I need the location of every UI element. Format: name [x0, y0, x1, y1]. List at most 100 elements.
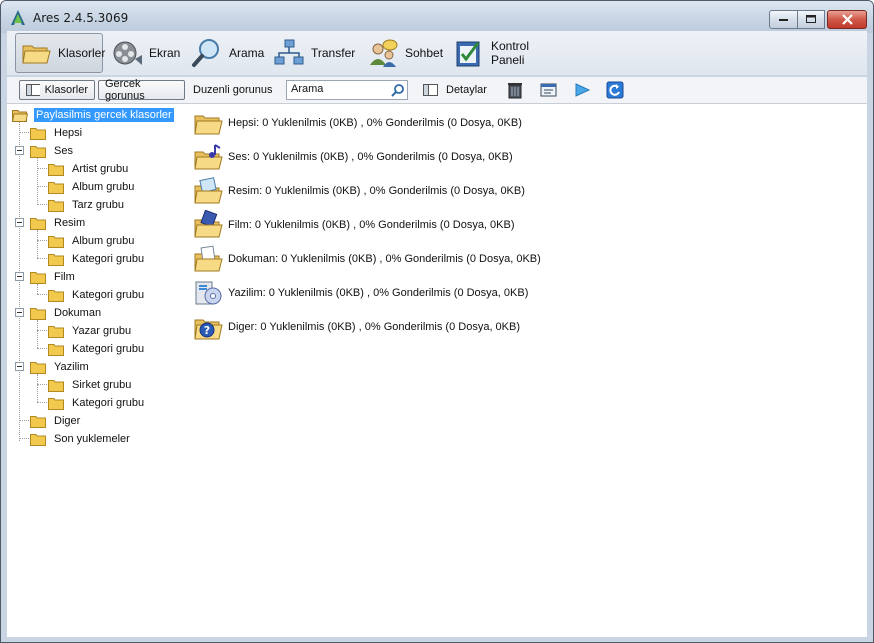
list-item-text: Ses: 0 Yuklenilmis (0KB) , 0% Gonderilmi…	[228, 151, 513, 163]
folder-icon	[48, 253, 64, 266]
tree-item-diger[interactable]: Diger	[30, 412, 82, 430]
collapse-film-icon[interactable]	[15, 272, 24, 281]
folder-icon	[30, 361, 46, 374]
list-item-text: Yazilim: 0 Yuklenilmis (0KB) , 0% Gonder…	[228, 287, 529, 299]
tree-item-tarz-grubu[interactable]: Tarz grubu	[48, 196, 126, 214]
sub-toolbar: Klasorler Gercek gorunus Duzenli gorunus…	[7, 77, 867, 104]
folder-all-icon	[194, 115, 223, 135]
folder-document-icon	[194, 245, 223, 272]
trash-icon[interactable]	[506, 81, 524, 99]
refresh-icon[interactable]	[606, 81, 624, 99]
film-reel-icon	[113, 41, 142, 65]
tree-item-ses[interactable]: Ses	[30, 142, 75, 160]
folder-icon	[30, 145, 46, 158]
list-item-text: Dokuman: 0 Yuklenilmis (0KB) , 0% Gonder…	[228, 253, 541, 265]
tree-item-kategori-grubu[interactable]: Kategori grubu	[48, 250, 146, 268]
folder-open-icon	[12, 109, 28, 122]
search-input[interactable]: Arama	[286, 80, 408, 100]
details-pane-icon	[423, 83, 438, 96]
folder-icon	[48, 325, 64, 338]
folder-icon	[30, 307, 46, 320]
tree-item-artist-grubu[interactable]: Artist grubu	[48, 160, 130, 178]
tree-item-kategori-grubu[interactable]: Kategori grubu	[48, 286, 146, 304]
tab-klasorler-label: Klasorler	[58, 46, 106, 60]
title-bar[interactable]: Ares 2.4.5.3069	[1, 1, 873, 33]
list-item[interactable]: ? Diger: 0 Yuklenilmis (0KB) , 0% Gonder…	[193, 310, 520, 344]
ares-logo-icon	[11, 10, 25, 25]
tree-item-son-yuklemeler[interactable]: Son yuklemeler	[30, 430, 132, 448]
tree-item-hepsi[interactable]: Hepsi	[30, 124, 84, 142]
collapse-ses-icon[interactable]	[15, 146, 24, 155]
real-view-button[interactable]: Gercek gorunus	[98, 78, 185, 102]
tree-item-label: Album grubu	[72, 181, 135, 193]
tree-item-yazar-grubu[interactable]: Yazar grubu	[48, 322, 133, 340]
tree-item-label: Yazar grubu	[72, 325, 132, 337]
tree-item-film[interactable]: Film	[30, 268, 77, 286]
folder-icon	[30, 217, 46, 230]
list-item[interactable]: Ses: 0 Yuklenilmis (0KB) , 0% Gonderilmi…	[193, 140, 513, 174]
edit-window-icon[interactable]	[540, 81, 558, 99]
tree-item-kategori-grubu[interactable]: Kategori grubu	[48, 340, 146, 358]
minimize-button[interactable]	[769, 10, 798, 29]
tree-item-kategori-grubu[interactable]: Kategori grubu	[48, 394, 146, 412]
tab-ekran[interactable]: Ekran	[107, 33, 181, 73]
collapse-yazilim-icon[interactable]	[15, 362, 24, 371]
tree-item-label: Kategori grubu	[72, 253, 145, 265]
tree-item-album-grubu[interactable]: Album grubu	[48, 178, 136, 196]
close-icon	[841, 14, 853, 25]
tree-item-album-grubu[interactable]: Album grubu	[48, 232, 136, 250]
tree-item-label: Kategori grubu	[72, 289, 145, 301]
list-item-text: Diger: 0 Yuklenilmis (0KB) , 0% Gonderil…	[228, 321, 521, 333]
folder-audio-icon	[194, 144, 223, 170]
tree-item-label: Kategori grubu	[72, 397, 145, 409]
tab-arama-label: Arama	[229, 46, 265, 60]
tab-transfer-label: Transfer	[311, 46, 356, 60]
tab-kontrol-paneli-label: Kontrol Paneli	[491, 39, 530, 67]
list-item-text: Hepsi: 0 Yuklenilmis (0KB) , 0% Gonderil…	[228, 117, 522, 129]
tab-transfer[interactable]: Transfer	[269, 33, 355, 73]
tree-item-label: Resim	[54, 217, 86, 229]
tab-sohbet-label: Sohbet	[405, 46, 444, 60]
collapse-dokuman-icon[interactable]	[15, 308, 24, 317]
list-item[interactable]: Resim: 0 Yuklenilmis (0KB) , 0% Gonderil…	[193, 174, 525, 208]
window-title: Ares 2.4.5.3069	[33, 11, 129, 25]
list-item-text: Resim: 0 Yuklenilmis (0KB) , 0% Gonderil…	[228, 185, 525, 197]
tree-item-label: Dokuman	[54, 307, 102, 319]
maximize-button[interactable]	[798, 10, 825, 29]
main-panel: Paylasilmis gercek klasorler Hepsi Ses A…	[7, 104, 867, 637]
control-panel-icon	[456, 41, 480, 67]
main-toolbar: Klasorler Ekran Arama Transfer Sohbet Ko…	[7, 31, 867, 75]
tree-item-label: Ses	[54, 145, 73, 157]
tree-item-label: Son yuklemeler	[54, 433, 130, 445]
tab-arama[interactable]: Arama	[187, 33, 265, 73]
network-transfer-icon	[274, 39, 304, 65]
tree-item-sirket-grubu[interactable]: Sirket grubu	[48, 376, 133, 394]
tree-item-dokuman[interactable]: Dokuman	[30, 304, 103, 322]
tree-item-resim[interactable]: Resim	[30, 214, 87, 232]
list-item[interactable]: Yazilim: 0 Yuklenilmis (0KB) , 0% Gonder…	[193, 276, 528, 310]
tree-item-label: Film	[54, 271, 75, 283]
list-item[interactable]: Dokuman: 0 Yuklenilmis (0KB) , 0% Gonder…	[193, 242, 541, 276]
tab-klasorler[interactable]: Klasorler	[15, 33, 106, 73]
folder-icon	[48, 343, 64, 356]
tree-item-label: Kategori grubu	[72, 343, 145, 355]
close-button[interactable]	[827, 10, 867, 29]
play-icon[interactable]	[573, 81, 591, 99]
tab-kontrol-paneli[interactable]: Kontrol Paneli	[449, 33, 565, 73]
folder-icon	[30, 433, 46, 446]
tree-item-yazilim[interactable]: Yazilim	[30, 358, 91, 376]
list-item[interactable]: Film: 0 Yuklenilmis (0KB) , 0% Gonderilm…	[193, 208, 515, 242]
search-icon[interactable]	[391, 83, 405, 97]
details-button[interactable]: Detaylar	[419, 80, 491, 100]
folders-toggle-button[interactable]: Klasorler	[19, 80, 95, 100]
folders-icon	[22, 45, 51, 64]
folder-icon	[48, 181, 64, 194]
collapse-resim-icon[interactable]	[15, 218, 24, 227]
regular-view-button[interactable]: Duzenli gorunus	[189, 80, 277, 100]
regular-view-label: Duzenli gorunus	[193, 84, 273, 96]
tree-root[interactable]: Paylasilmis gercek klasorler	[12, 106, 174, 124]
list-item[interactable]: Hepsi: 0 Yuklenilmis (0KB) , 0% Gonderil…	[193, 106, 522, 140]
tree-item-label: Diger	[54, 415, 81, 427]
folder-video-icon	[194, 210, 223, 238]
tab-sohbet[interactable]: Sohbet	[363, 33, 444, 73]
